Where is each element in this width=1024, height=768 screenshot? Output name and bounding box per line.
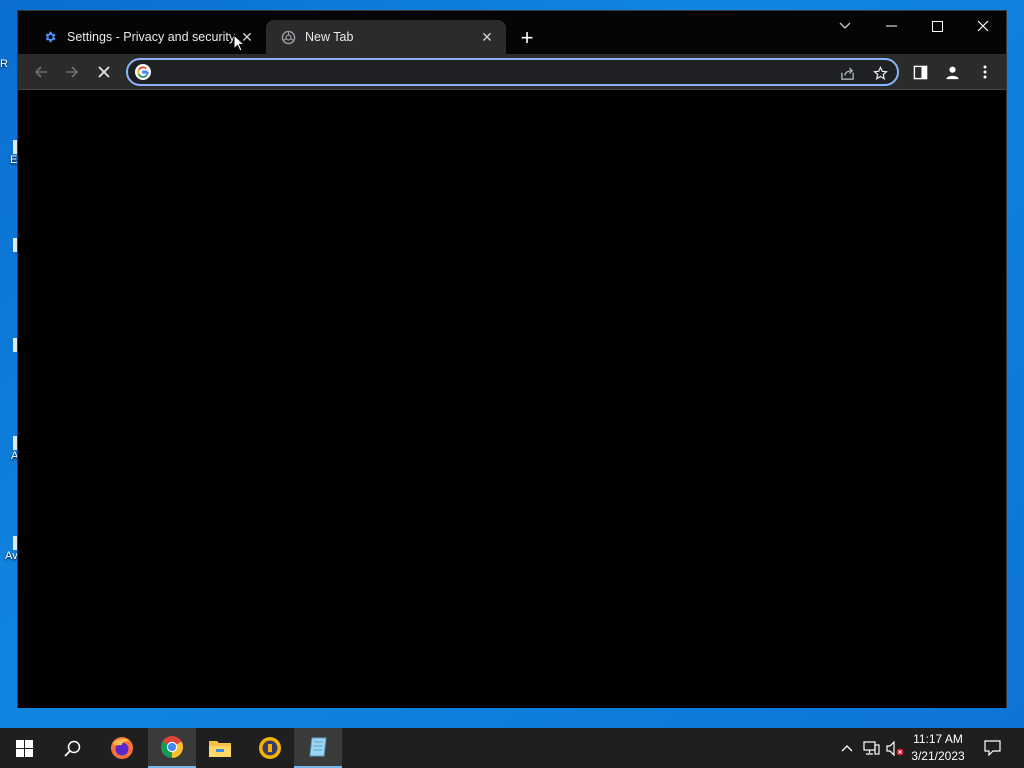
- search-icon: [63, 740, 80, 757]
- taskbar: 11:17 AM 3/21/2023: [0, 728, 1024, 768]
- desktop-icon[interactable]: [0, 338, 18, 352]
- action-center-button[interactable]: [978, 728, 1006, 768]
- taskbar-chrome[interactable]: [148, 728, 196, 768]
- omnibox-input[interactable]: [158, 62, 818, 82]
- network-icon: [862, 740, 880, 755]
- tab-strip: Settings - Privacy and security ✕ New Ta…: [18, 11, 1006, 54]
- stop-loading-button[interactable]: [90, 58, 118, 86]
- clock-time: 11:17 AM: [913, 732, 963, 746]
- desktop-icon-label: R: [0, 58, 8, 70]
- tab-search-button[interactable]: [822, 11, 868, 41]
- more-vert-icon: [983, 65, 987, 79]
- side-panel-button[interactable]: [906, 58, 934, 86]
- firefox-icon: [111, 737, 133, 759]
- minimize-button[interactable]: [868, 11, 914, 41]
- close-tab-icon[interactable]: ✕: [478, 28, 496, 46]
- stop-x-icon: [98, 66, 110, 78]
- close-icon: [977, 20, 989, 32]
- side-panel-icon: [913, 65, 927, 79]
- taskbar-app[interactable]: [246, 728, 294, 768]
- network-button[interactable]: [860, 728, 882, 768]
- address-bar[interactable]: [126, 58, 899, 86]
- file-explorer-icon: [209, 741, 231, 757]
- start-button[interactable]: [0, 728, 48, 768]
- back-button[interactable]: [27, 58, 55, 86]
- taskbar-firefox[interactable]: [98, 728, 146, 768]
- volume-button[interactable]: [884, 728, 906, 768]
- profile-button[interactable]: [938, 58, 966, 86]
- share-button[interactable]: [836, 62, 858, 84]
- chrome-icon: [161, 736, 183, 758]
- minimize-icon: [885, 25, 897, 27]
- google-g-icon: [135, 64, 151, 80]
- forward-button[interactable]: [58, 58, 86, 86]
- forward-arrow-icon: [66, 66, 79, 78]
- tab-settings[interactable]: Settings - Privacy and security ✕: [28, 20, 266, 54]
- menu-button[interactable]: [971, 58, 999, 86]
- tab-label: New Tab: [305, 30, 354, 44]
- close-window-button[interactable]: [960, 11, 1006, 41]
- gear-icon: [42, 29, 58, 45]
- taskbar-search-button[interactable]: [48, 728, 96, 768]
- share-icon: [840, 66, 854, 80]
- desktop-icon[interactable]: Av: [0, 536, 18, 562]
- windows-logo-icon: [15, 739, 33, 757]
- notepad-icon: [309, 737, 327, 757]
- star-icon: [872, 65, 888, 80]
- show-hidden-icons-button[interactable]: [838, 728, 856, 768]
- new-tab-button[interactable]: +: [515, 26, 539, 50]
- plus-icon: +: [520, 25, 534, 50]
- desktop-icon[interactable]: E: [0, 140, 18, 166]
- maximize-icon: [931, 20, 943, 32]
- taskbar-notepad[interactable]: [294, 728, 342, 768]
- clock-date: 3/21/2023: [911, 749, 965, 763]
- tab-label: Settings - Privacy and security: [67, 30, 236, 44]
- person-icon: [945, 66, 959, 79]
- chrome-loading-icon: [280, 29, 296, 45]
- desktop-icon[interactable]: A: [0, 436, 18, 462]
- chevron-down-icon: [839, 22, 851, 29]
- taskbar-clock[interactable]: 11:17 AM 3/21/2023: [905, 731, 971, 765]
- app-icon: [259, 737, 281, 759]
- browser-toolbar: [18, 54, 1006, 90]
- desktop-icon[interactable]: R: [0, 58, 18, 70]
- mouse-cursor-icon: [233, 34, 245, 52]
- desktop-icon-label: Av: [5, 550, 18, 562]
- browser-window: Settings - Privacy and security ✕ New Ta…: [17, 10, 1007, 708]
- taskbar-file-explorer[interactable]: [196, 728, 244, 768]
- desktop-icon[interactable]: [0, 238, 18, 252]
- page-viewport[interactable]: [18, 91, 1006, 708]
- tab-new-tab[interactable]: New Tab ✕: [266, 20, 506, 54]
- volume-muted-icon: [886, 740, 904, 756]
- back-arrow-icon: [34, 66, 47, 78]
- maximize-button[interactable]: [914, 11, 960, 41]
- bookmark-star-button[interactable]: [869, 62, 891, 84]
- notification-icon: [983, 740, 1001, 756]
- chevron-up-icon: [841, 745, 853, 752]
